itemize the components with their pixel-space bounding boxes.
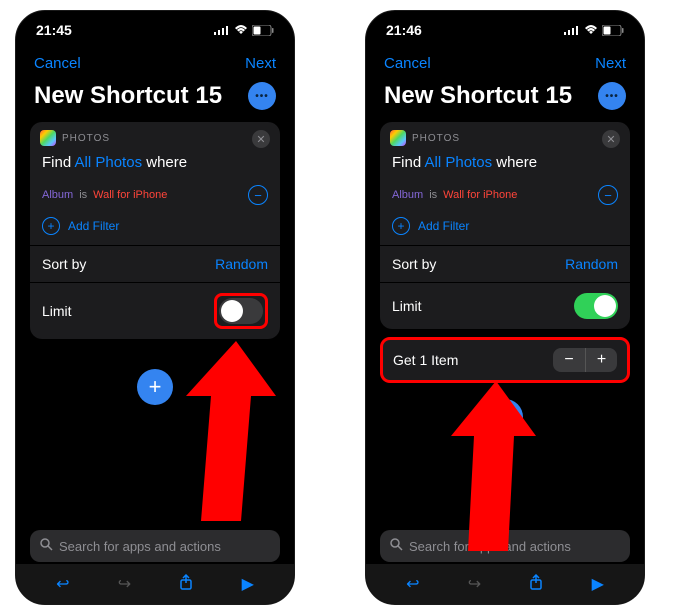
page-title: New Shortcut 15 [34,82,222,110]
play-icon[interactable]: ▶ [242,574,254,594]
share-icon[interactable] [179,574,193,595]
limit-highlight [214,293,268,329]
card-close-icon[interactable]: ✕ [602,130,620,148]
limit-toggle[interactable] [219,298,263,324]
bottom-toolbar: ↩ ↪ ▶ [366,564,644,604]
play-icon[interactable]: ▶ [592,574,604,594]
photos-app-icon [40,130,56,146]
notch [90,11,220,33]
sort-row: Sort by Random [30,245,280,282]
filter-value[interactable]: Wall for iPhone [443,189,517,201]
stepper-minus[interactable]: − [553,348,585,372]
search-icon [40,538,53,554]
action-card: PHOTOS ✕ Find All Photos where Album is … [30,122,280,339]
filter-key[interactable]: Album [392,189,423,201]
limit-row: Limit [380,282,630,329]
limit-row: Limit [30,282,280,339]
add-filter-row[interactable]: + Add Filter [30,209,280,245]
get-item-row: Get 1 Item − + [380,337,630,383]
plus-icon: + [392,217,410,235]
photos-app-icon [390,130,406,146]
wifi-icon [234,25,248,35]
nav-bar: Cancel Next [366,41,644,78]
sort-value[interactable]: Random [215,256,268,272]
get-item-label: Get 1 Item [393,352,458,368]
search-placeholder: Search for apps and actions [59,539,221,554]
undo-icon[interactable]: ↩ [56,574,69,594]
card-app-label: PHOTOS [412,133,460,144]
sort-value[interactable]: Random [565,256,618,272]
limit-toggle[interactable] [574,293,618,319]
all-photos-token[interactable]: All Photos [425,154,493,171]
sort-row: Sort by Random [380,245,630,282]
more-button[interactable]: ••• [598,82,626,110]
filter-key[interactable]: Album [42,189,73,201]
find-clause: Find All Photos where [380,152,630,181]
plus-icon: + [42,217,60,235]
card-close-icon[interactable]: ✕ [252,130,270,148]
wifi-icon [584,25,598,35]
bottom-toolbar: ↩ ↪ ▶ [16,564,294,604]
item-count-stepper[interactable]: − + [553,348,617,372]
card-app-label: PHOTOS [62,133,110,144]
cancel-button[interactable]: Cancel [34,55,81,72]
phone-left: 21:45 Cancel Next New Shortcut 15 ••• PH… [15,10,295,605]
remove-filter-button[interactable]: − [248,185,268,205]
remove-filter-button[interactable]: − [598,185,618,205]
notch [440,11,570,33]
stepper-plus[interactable]: + [585,348,617,372]
filter-value[interactable]: Wall for iPhone [93,189,167,201]
time: 21:46 [386,22,422,38]
search-placeholder: Search for apps and actions [409,539,571,554]
filter-row: Album is Wall for iPhone − [380,181,630,209]
undo-icon[interactable]: ↩ [406,574,419,594]
redo-icon[interactable]: ↪ [468,574,481,594]
search-bar[interactable]: Search for apps and actions [30,530,280,562]
add-action-fab[interactable]: + [487,399,523,435]
phone-right: 21:46 Cancel Next New Shortcut 15 ••• PH… [365,10,645,605]
battery-icon [602,25,624,36]
search-icon [390,538,403,554]
nav-bar: Cancel Next [16,41,294,78]
share-icon[interactable] [529,574,543,595]
action-card: PHOTOS ✕ Find All Photos where Album is … [380,122,630,329]
add-action-fab[interactable]: + [137,369,173,405]
redo-icon[interactable]: ↪ [118,574,131,594]
page-title: New Shortcut 15 [384,82,572,110]
all-photos-token[interactable]: All Photos [75,154,143,171]
cancel-button[interactable]: Cancel [384,55,431,72]
find-clause: Find All Photos where [30,152,280,181]
more-button[interactable]: ••• [248,82,276,110]
add-filter-row[interactable]: + Add Filter [380,209,630,245]
time: 21:45 [36,22,72,38]
next-button[interactable]: Next [245,55,276,72]
next-button[interactable]: Next [595,55,626,72]
battery-icon [252,25,274,36]
search-bar[interactable]: Search for apps and actions [380,530,630,562]
annotation-arrow [166,341,276,521]
filter-row: Album is Wall for iPhone − [30,181,280,209]
